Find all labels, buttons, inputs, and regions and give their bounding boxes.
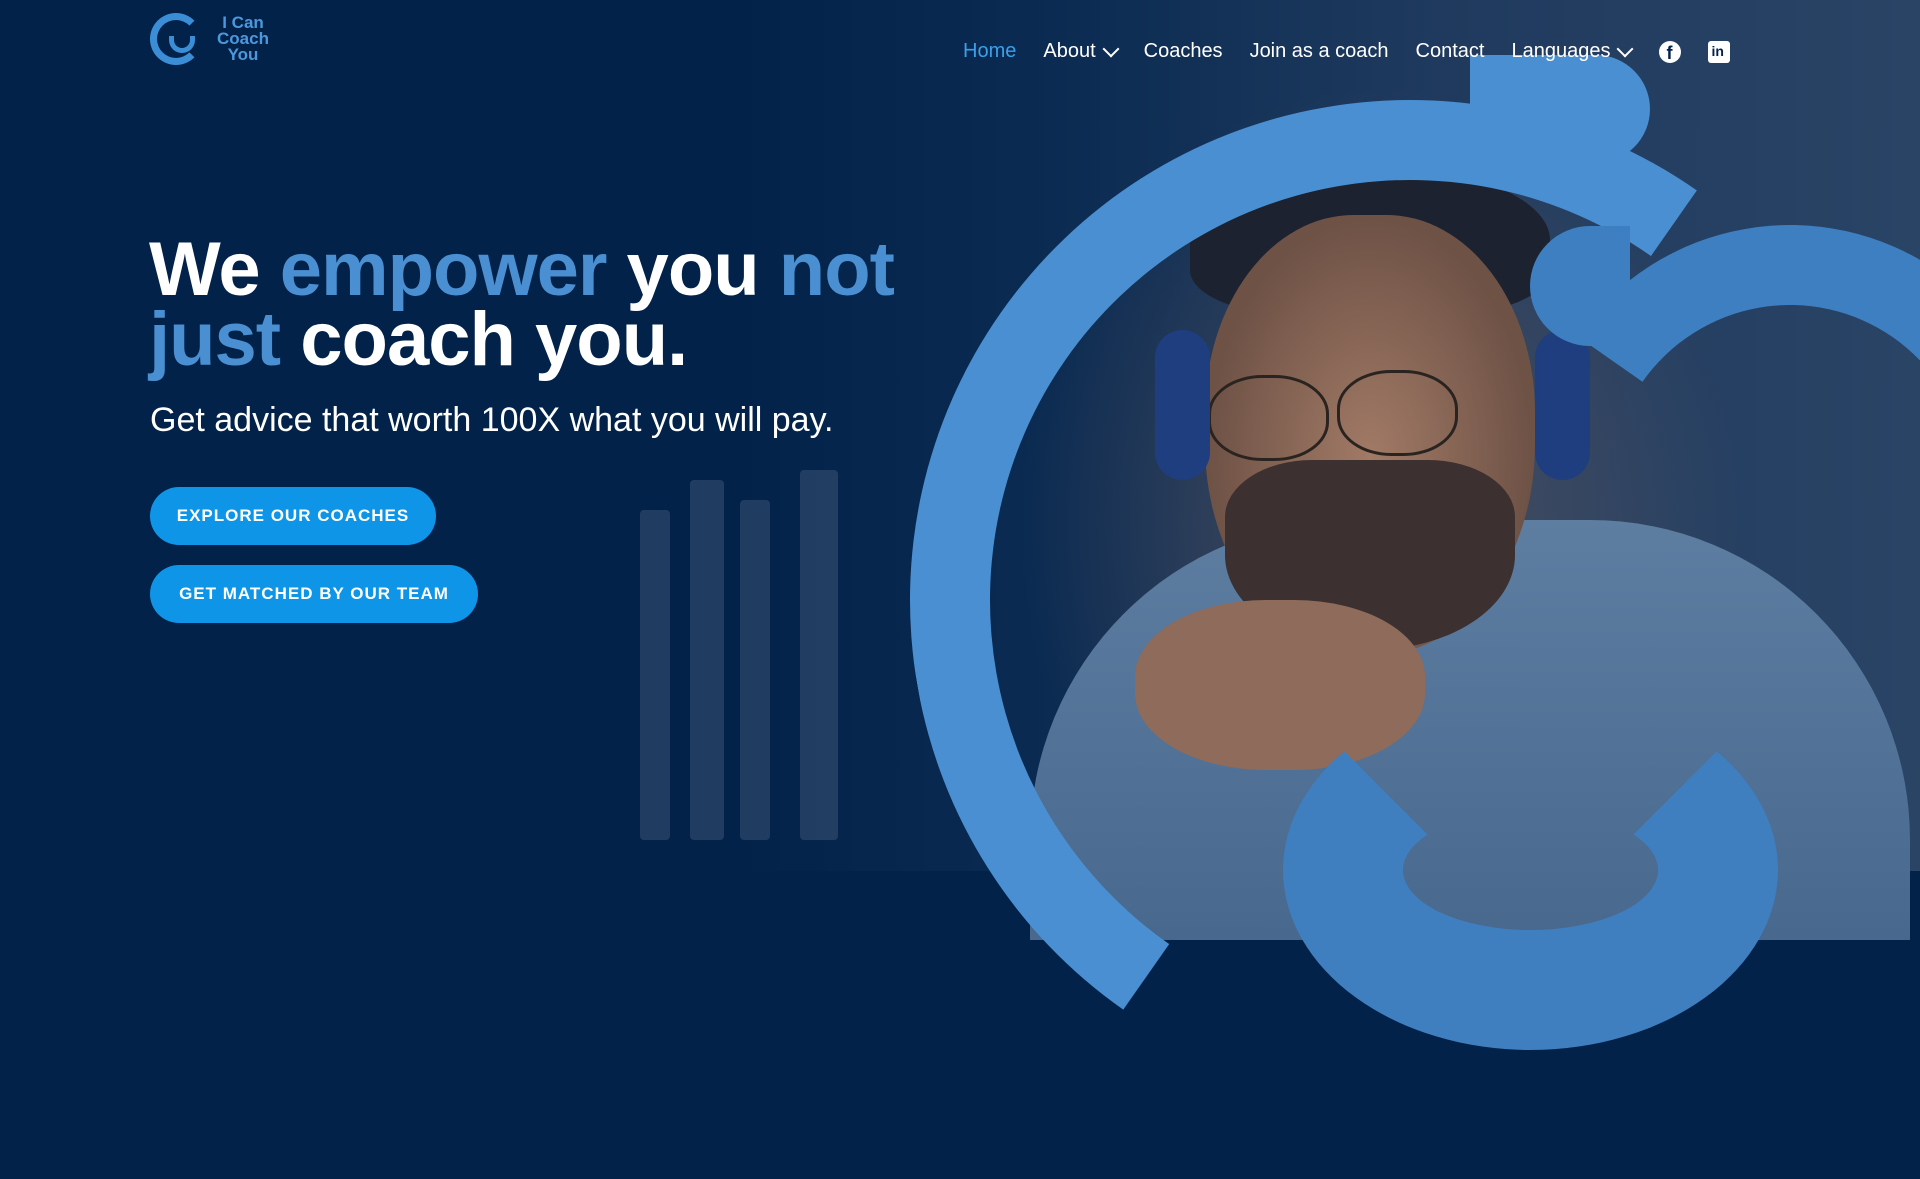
logo-icon [150, 13, 202, 65]
nav-languages-label: Languages [1511, 40, 1611, 62]
nav-languages[interactable]: Languages [1511, 40, 1634, 63]
chevron-down-icon [1616, 40, 1634, 57]
nav-coaches[interactable]: Coaches [1144, 40, 1223, 63]
brand-smile-shape [1283, 690, 1778, 1050]
main-nav: Home About Coaches Join as a coach Conta… [963, 40, 1756, 63]
nav-join-as-coach[interactable]: Join as a coach [1250, 40, 1389, 63]
facebook-icon[interactable]: f [1659, 40, 1682, 63]
bookshelf-book [800, 470, 838, 840]
bookshelf-book [690, 480, 724, 840]
explore-coaches-button[interactable]: EXPLORE OUR COACHES [150, 487, 436, 545]
hero-subtitle: Get advice that worth 100X what you will… [150, 401, 834, 439]
bookshelf-book [740, 500, 770, 840]
nav-join-label: Join as a coach [1249, 40, 1389, 62]
chevron-down-icon [1102, 40, 1120, 57]
headline-accent-word: not [778, 227, 895, 312]
nav-about[interactable]: About [1043, 40, 1120, 63]
get-matched-button[interactable]: GET MATCHED BY OUR TEAM [150, 565, 478, 623]
linkedin-icon[interactable]: in [1708, 40, 1731, 63]
logo-text: I Can Coach You [217, 13, 269, 64]
headline-word: coach you. [300, 297, 688, 382]
nav-about-label: About [1043, 40, 1096, 62]
nav-home-label: Home [963, 40, 1017, 62]
nav-contact-label: Contact [1415, 40, 1485, 62]
nav-contact[interactable]: Contact [1416, 40, 1485, 63]
bookshelf-book [640, 510, 670, 840]
headline-accent-word: just [149, 297, 281, 382]
brand-arc-cap [1470, 55, 1650, 163]
hero-headline: We empower you not just coach you. [149, 232, 929, 378]
nav-home[interactable]: Home [963, 40, 1016, 63]
nav-coaches-label: Coaches [1143, 40, 1223, 62]
logo[interactable]: I Can Coach You [150, 13, 276, 65]
